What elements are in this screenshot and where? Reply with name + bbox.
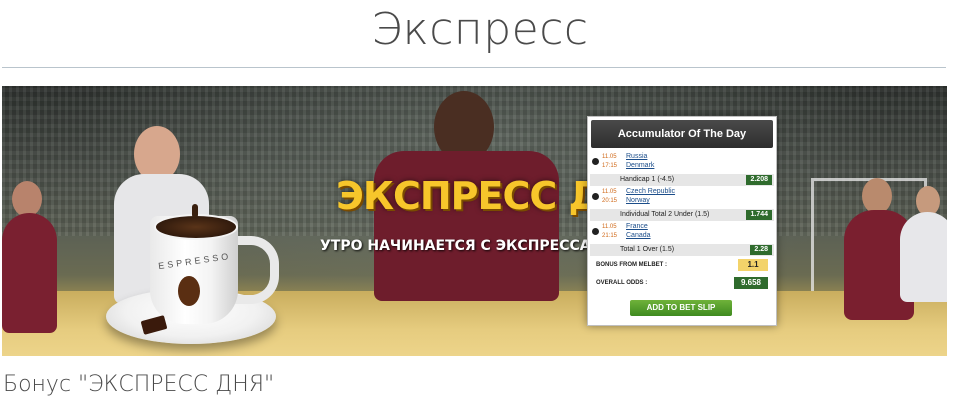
section-heading: Бонус "ЭКСПРЕСС ДНЯ": [3, 372, 275, 397]
match-datetime: 11.05 20:15: [602, 189, 618, 204]
match-row[interactable]: 11.05 17:15 Russia Denmark: [588, 151, 776, 174]
overall-odds-value: 9.658: [734, 277, 768, 289]
odd-value[interactable]: 2.28: [750, 245, 772, 255]
bonus-row: BONUS FROM MELBET : 1.1: [588, 256, 776, 274]
sport-ball-icon: [592, 158, 599, 165]
overall-odds-row: OVERALL ODDS : 9.658: [588, 274, 776, 292]
bonus-value: 1.1: [738, 259, 768, 271]
bonus-label: BONUS FROM MELBET :: [596, 262, 667, 268]
coffee-bean-icon: [178, 276, 200, 306]
match-datetime: 11.05 21:15: [602, 224, 618, 239]
sport-ball-icon: [592, 193, 599, 200]
coffee-drip: [192, 204, 198, 218]
add-to-bet-slip-button[interactable]: ADD TO BET SLIP: [630, 300, 732, 316]
coffee-surface: [154, 214, 238, 240]
odd-value[interactable]: 1.744: [746, 210, 772, 220]
page-title: Экспресс: [371, 4, 589, 55]
match-row[interactable]: 11.05 21:15 France Canada: [588, 221, 776, 244]
overall-odds-label: OVERALL ODDS :: [596, 280, 648, 286]
match-teams[interactable]: France Canada: [626, 222, 651, 240]
accumulator-title: Accumulator Of The Day: [591, 120, 773, 148]
sport-ball-icon: [592, 228, 599, 235]
odd-value[interactable]: 2.208: [746, 175, 772, 185]
market-row: Total 1 Over (1.5) 2.28: [590, 244, 774, 256]
promo-banner[interactable]: ESPRESSO ЭКСПРЕСС ДНЯ УТРО НАЧИНАЕТСЯ С …: [2, 86, 947, 356]
match-teams[interactable]: Czech Republic Norway: [626, 187, 675, 205]
match-teams[interactable]: Russia Denmark: [626, 152, 654, 170]
market-row: Individual Total 2 Under (1.5) 1.744: [590, 209, 774, 221]
match-row[interactable]: 11.05 20:15 Czech Republic Norway: [588, 186, 776, 209]
match-datetime: 11.05 17:15: [602, 154, 618, 169]
market-label: Handicap 1 (-4.5): [620, 176, 675, 183]
market-row: Handicap 1 (-4.5) 2.208: [590, 174, 774, 186]
accumulator-card: Accumulator Of The Day 11.05 17:15 Russia…: [587, 116, 777, 326]
market-label: Individual Total 2 Under (1.5): [620, 211, 710, 218]
title-divider: [2, 67, 946, 68]
market-label: Total 1 Over (1.5): [620, 246, 675, 253]
banner-subheadline: УТРО НАЧИНАЕТСЯ С ЭКСПРЕССА: [320, 238, 591, 254]
